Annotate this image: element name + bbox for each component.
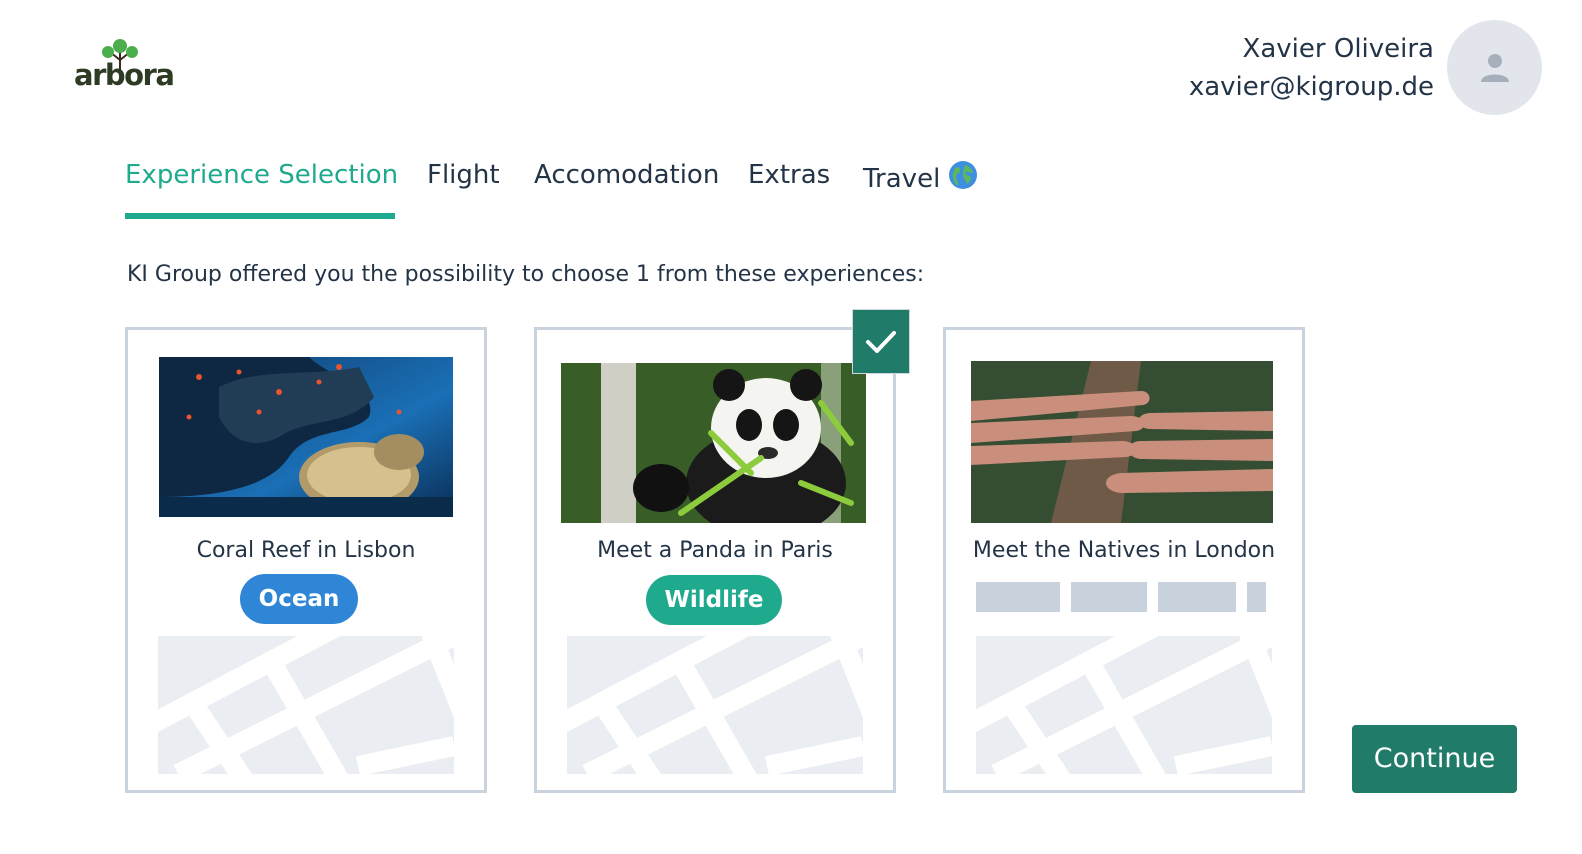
map-placeholder — [976, 636, 1272, 774]
map-placeholder — [158, 636, 454, 774]
tab-travel[interactable]: Travel — [863, 160, 978, 197]
map-placeholder — [567, 636, 863, 774]
tag-skeleton — [1071, 582, 1147, 612]
user-email: xavier@kigroup.de — [1188, 72, 1434, 102]
tab-accomodation[interactable]: Accomodation — [534, 160, 719, 190]
arbora-logo[interactable]: arbora — [72, 38, 175, 100]
globe-icon — [948, 160, 978, 197]
experience-title: Meet a Panda in Paris — [597, 538, 833, 563]
user-info: Xavier Oliveira xavier@kigroup.de — [1189, 30, 1434, 106]
user-name: Xavier Oliveira — [1242, 34, 1434, 64]
experience-title: Coral Reef in Lisbon — [196, 538, 416, 563]
coral-reef-photo — [159, 357, 453, 517]
experience-card-panda[interactable]: Meet a Panda in Paris Wildlife — [534, 327, 896, 793]
selected-checkmark — [852, 309, 910, 374]
intro-text: KI Group offered you the possibility to … — [127, 262, 925, 287]
tab-experience-selection[interactable]: Experience Selection — [125, 160, 398, 190]
logo-text: arbora — [74, 58, 175, 92]
category-badge-ocean: Ocean — [240, 574, 358, 624]
person-icon — [1481, 54, 1509, 82]
tab-travel-label: Travel — [863, 164, 941, 194]
check-icon — [866, 331, 896, 353]
tag-skeleton — [976, 582, 1060, 612]
experience-card-coral-reef[interactable]: Coral Reef in Lisbon Ocean — [125, 327, 487, 793]
tag-skeleton — [1247, 582, 1266, 612]
tab-extras[interactable]: Extras — [748, 160, 830, 190]
experience-card-natives[interactable]: Meet the Natives in London — [943, 327, 1305, 793]
avatar[interactable] — [1447, 20, 1542, 115]
panda-photo — [561, 363, 866, 523]
tab-flight[interactable]: Flight — [427, 160, 500, 190]
experience-title: Meet the Natives in London — [972, 538, 1276, 563]
active-tab-indicator — [125, 213, 395, 219]
continue-button[interactable]: Continue — [1352, 725, 1517, 793]
tag-skeleton — [1158, 582, 1236, 612]
hands-on-log-photo — [971, 361, 1273, 523]
category-badge-wildlife: Wildlife — [646, 575, 782, 625]
